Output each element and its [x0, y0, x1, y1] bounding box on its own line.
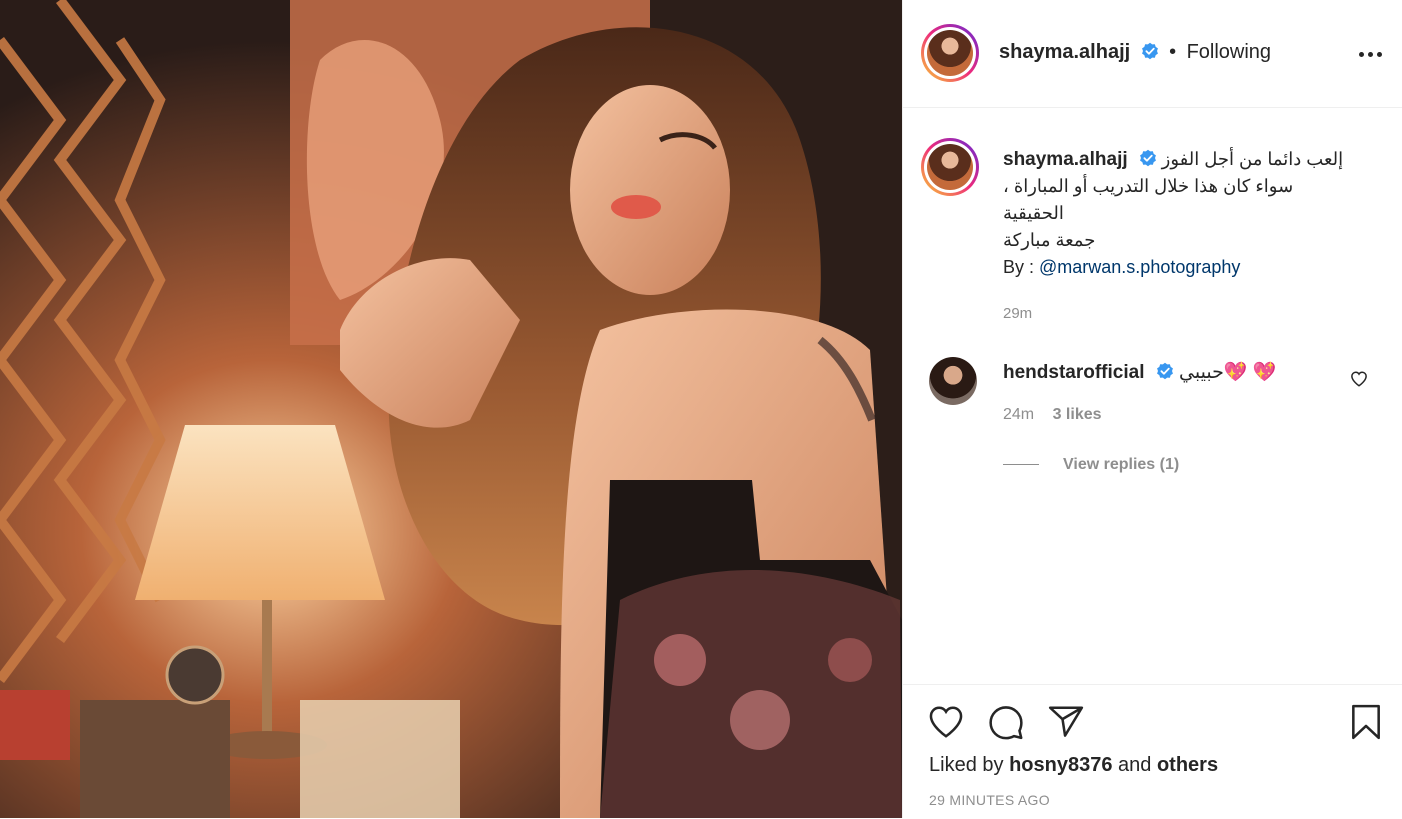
- liked-by-user-link[interactable]: hosny8376: [1009, 754, 1112, 776]
- caption-author-avatar[interactable]: [921, 138, 979, 196]
- bookmark-icon[interactable]: [1347, 703, 1385, 741]
- caption-line: الحقيقية: [1003, 203, 1064, 223]
- caption-line: جمعة مباركة: [1003, 230, 1096, 250]
- post-header: shayma.alhajj • Following: [903, 0, 1402, 108]
- post-caption: shayma.alhajj إلعب دائما من أجل الفوز ، …: [1003, 146, 1383, 327]
- verified-badge-icon: [1141, 42, 1158, 60]
- comment-meta: 24m 3 likes: [1003, 406, 1102, 424]
- view-replies-label: View replies (1): [1063, 456, 1180, 473]
- liked-by-summary: Liked by hosny8376 and others: [929, 754, 1218, 777]
- author-avatar[interactable]: [921, 24, 979, 82]
- commenter-avatar[interactable]: [929, 357, 977, 405]
- comment-timestamp[interactable]: 24m: [1003, 406, 1034, 423]
- caption-line: ، سواء كان هذا خلال التدريب أو المباراة: [1003, 176, 1294, 196]
- caption-line: إلعب دائما من أجل الفوز: [1161, 149, 1344, 169]
- caption-timestamp[interactable]: 29m: [1003, 300, 1383, 327]
- more-options-icon[interactable]: [1359, 44, 1383, 64]
- view-replies-divider: [1003, 464, 1039, 466]
- share-icon[interactable]: [1047, 703, 1085, 741]
- verified-badge-icon: [1139, 149, 1156, 167]
- post-side-panel: shayma.alhajj • Following shayma.alhajj: [902, 0, 1402, 818]
- instagram-post-modal: shayma.alhajj • Following shayma.alhajj: [0, 0, 1402, 818]
- commenter-username[interactable]: hendstarofficial: [1003, 362, 1144, 383]
- post-timestamp[interactable]: 29 MINUTES AGO: [929, 792, 1050, 808]
- author-avatar-image: [927, 30, 973, 76]
- credit-prefix: By :: [1003, 257, 1040, 277]
- liked-by-others-link[interactable]: others: [1157, 754, 1218, 776]
- author-username[interactable]: shayma.alhajj: [999, 41, 1130, 63]
- liked-by-prefix: Liked by: [929, 754, 1004, 776]
- following-button[interactable]: Following: [1187, 41, 1271, 63]
- comment-icon[interactable]: [987, 703, 1025, 741]
- post-photo[interactable]: [0, 0, 902, 818]
- comment-likes-count[interactable]: 3 likes: [1053, 406, 1102, 423]
- photographer-mention-link[interactable]: @marwan.s.photography: [1039, 257, 1240, 277]
- verified-badge-icon: [1156, 362, 1173, 380]
- view-replies-button[interactable]: View replies (1): [1003, 456, 1179, 474]
- liked-by-and: and: [1118, 754, 1152, 776]
- comment-text: حبيبي💖 💖: [1179, 362, 1277, 383]
- post-photo-illustration: [0, 0, 902, 818]
- comment-like-heart-icon[interactable]: [1350, 370, 1368, 388]
- heart-icon[interactable]: [927, 703, 965, 741]
- comment-item: hendstarofficial حبيبي💖 💖: [1003, 360, 1343, 384]
- follow-separator: •: [1169, 41, 1177, 63]
- caption-username[interactable]: shayma.alhajj: [1003, 149, 1128, 170]
